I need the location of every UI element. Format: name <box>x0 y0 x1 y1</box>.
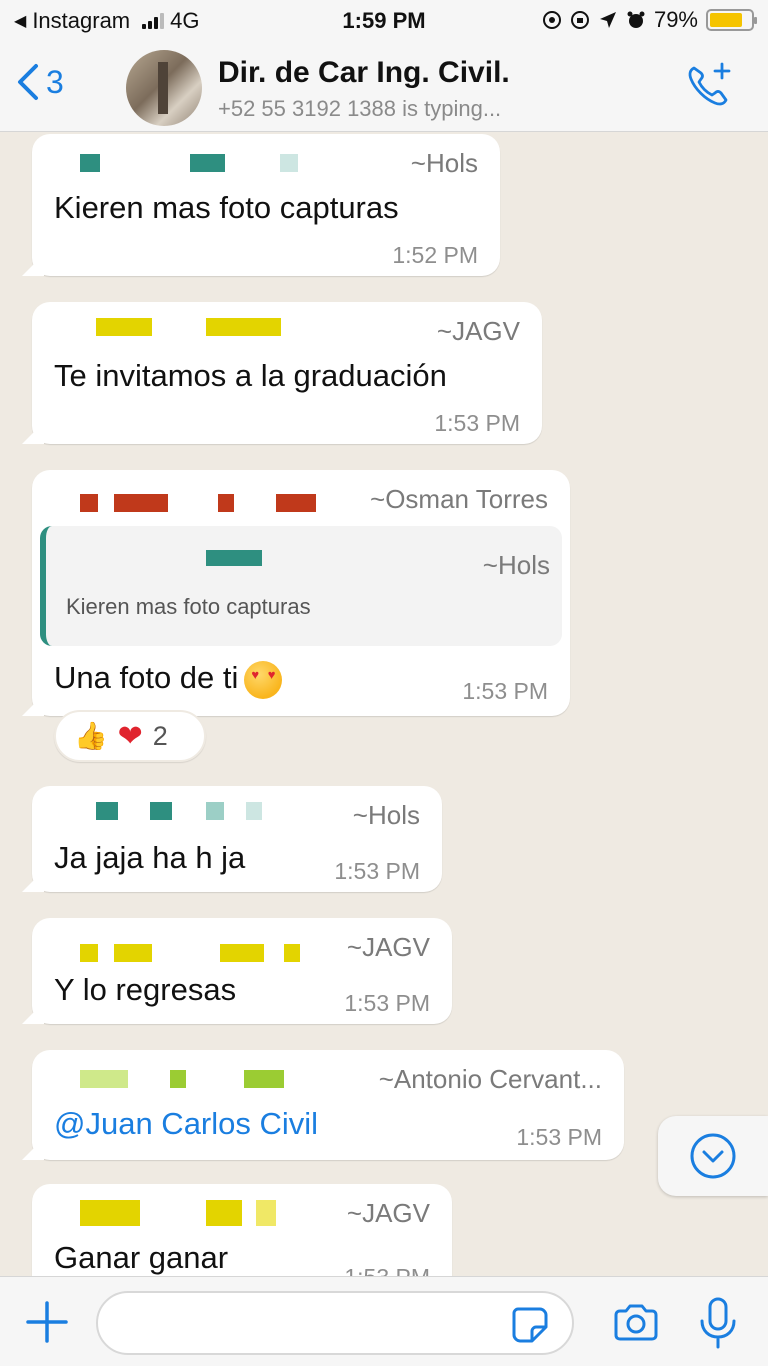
microphone-icon[interactable] <box>698 1297 738 1349</box>
location-icon <box>599 12 616 28</box>
message-sender: ~Hols <box>410 148 478 178</box>
group-avatar[interactable] <box>126 50 202 126</box>
scroll-down-icon <box>690 1133 736 1179</box>
message-text: Te invitamos a la graduación <box>54 358 447 393</box>
redacted-phone <box>96 802 326 820</box>
message-sender: ~JAGV <box>436 316 520 346</box>
message-time: 1:53 PM <box>434 410 520 436</box>
message-time: 1:53 PM <box>462 678 548 704</box>
chat-title[interactable]: Dir. de Car Ing. Civil. <box>218 56 510 90</box>
message-bubble[interactable]: ~JAGV Y lo regresas 1:53 PM <box>32 918 452 1024</box>
message-text: Y lo regresas <box>54 972 237 1007</box>
message-bubble[interactable]: ~JAGV Ganar ganar 1:53 PM <box>32 1184 452 1276</box>
mention-link[interactable]: @Juan Carlos Civil <box>54 1106 318 1142</box>
message-sender: ~Hols <box>352 800 420 830</box>
status-icons: 79% <box>542 7 757 33</box>
message-bubble[interactable]: ~JAGV Te invitamos a la graduación 1:53 … <box>32 302 542 444</box>
plus-icon[interactable] <box>24 1299 70 1345</box>
message-sender: ~Osman Torres <box>370 484 548 514</box>
orientation-lock-icon <box>570 11 589 29</box>
redacted-phone <box>80 154 330 172</box>
message-text: Kieren mas foto capturas <box>54 190 399 225</box>
redacted-phone <box>96 318 316 336</box>
message-sender: ~JAGV <box>346 1198 430 1228</box>
message-sender: ~Antonio Cervant... <box>378 1064 602 1094</box>
chat-area[interactable]: ~Hols Kieren mas foto capturas 1:52 PM ~… <box>0 132 768 1276</box>
chat-header: 3 Dir. de Car Ing. Civil. +52 55 3192 13… <box>0 42 768 132</box>
heart-icon: ❤ <box>117 719 143 753</box>
screen-record-icon <box>542 11 561 29</box>
quoted-text: Kieren mas foto capturas <box>66 594 311 619</box>
redacted-phone <box>80 1070 320 1088</box>
sticker-icon[interactable] <box>510 1305 550 1345</box>
status-bar: ◀ Instagram 4G 1:59 PM 79% <box>0 0 768 42</box>
reaction-count: 2 <box>152 720 168 751</box>
battery-percent: 79% <box>653 7 698 32</box>
message-sender: ~JAGV <box>346 932 430 962</box>
message-time: 1:53 PM <box>334 858 420 884</box>
redacted-phone <box>80 944 320 962</box>
redacted-phone <box>80 494 316 512</box>
battery-fill <box>710 13 742 27</box>
message-input[interactable] <box>96 1291 574 1355</box>
back-button[interactable]: 3 <box>16 62 64 102</box>
message-time: 1:53 PM <box>516 1124 602 1150</box>
message-bubble[interactable]: ~Antonio Cervant... @Juan Carlos Civil 1… <box>32 1050 624 1160</box>
message-reactions[interactable]: 👍 ❤ 2 <box>54 710 206 762</box>
redacted-phone <box>206 550 262 566</box>
battery-icon <box>706 9 757 31</box>
composer-bar <box>0 1276 768 1366</box>
message-time: 1:52 PM <box>392 242 478 268</box>
message-text-line: Una foto de ti <box>54 660 283 699</box>
scroll-to-bottom-button[interactable] <box>658 1116 768 1196</box>
redacted-phone <box>80 1200 320 1226</box>
camera-icon[interactable] <box>612 1303 660 1343</box>
add-call-icon[interactable] <box>684 60 734 110</box>
typing-status: +52 55 3192 1388 is typing... <box>218 96 502 121</box>
message-text: Ganar ganar <box>54 1240 229 1275</box>
message-time: 1:53 PM <box>344 990 430 1016</box>
message-text: Una foto de ti <box>54 660 239 695</box>
message-bubble[interactable]: ~Hols Ja jaja ha h ja 1:53 PM <box>32 786 442 892</box>
message-time: 1:53 PM <box>344 1264 430 1276</box>
quoted-sender: ~Hols <box>482 550 550 580</box>
thumbs-up-icon: 👍 <box>74 721 108 751</box>
message-bubble[interactable]: ~Hols Kieren mas foto capturas 1:52 PM <box>32 134 500 276</box>
unread-count: 3 <box>46 63 64 100</box>
back-chevron-icon <box>18 64 38 100</box>
quoted-message[interactable]: ~Hols Kieren mas foto capturas <box>40 526 562 646</box>
alarm-icon <box>627 11 645 28</box>
heart-eyes-emoji-icon <box>244 660 283 699</box>
message-bubble[interactable]: ~Osman Torres ~Hols Kieren mas foto capt… <box>32 470 570 716</box>
message-text: Ja jaja ha h ja <box>54 840 246 875</box>
